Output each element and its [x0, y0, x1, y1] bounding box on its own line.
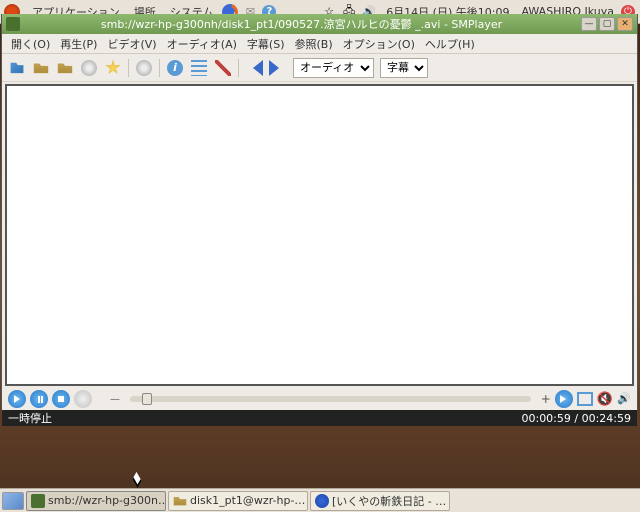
seek-plus-icon: + — [541, 392, 551, 406]
window-title: smb://wzr-hp-g300nh/disk1_pt1/090527.涼宮ハ… — [24, 16, 579, 32]
forward-button[interactable] — [555, 390, 573, 408]
seek-slider[interactable] — [130, 396, 531, 402]
prev-button[interactable] — [243, 57, 265, 79]
video-area[interactable] — [5, 84, 634, 386]
mute-button[interactable]: 🔇 — [597, 392, 613, 407]
status-bar: 一時停止 00:00:59 / 00:24:59 — [2, 410, 637, 426]
open-dvd-button[interactable] — [54, 57, 76, 79]
task-label: smb://wzr-hp-g300n… — [48, 494, 166, 507]
titlebar[interactable]: smb://wzr-hp-g300nh/disk1_pt1/090527.涼宮ハ… — [2, 14, 637, 34]
open-url-button[interactable] — [78, 57, 100, 79]
mouse-cursor — [133, 475, 143, 489]
next-button[interactable] — [267, 57, 289, 79]
volume-button[interactable]: 🔊 — [617, 392, 631, 406]
fullscreen-button[interactable] — [577, 392, 593, 406]
menu-subtitle[interactable]: 字幕(S) — [242, 34, 290, 54]
info-button[interactable]: i — [164, 57, 186, 79]
playback-controls: — + 🔇 🔊 — [2, 388, 637, 410]
task-label: disk1_pt1@wzr-hp-… — [190, 494, 305, 507]
show-desktop-button[interactable] — [2, 492, 24, 510]
favorites-button[interactable] — [102, 57, 124, 79]
menu-play[interactable]: 再生(P) — [55, 34, 102, 54]
play-button[interactable] — [8, 390, 26, 408]
open-folder-button[interactable] — [30, 57, 52, 79]
screenshot-button[interactable] — [133, 57, 155, 79]
time-duration: 00:24:59 — [582, 412, 631, 425]
menu-help[interactable]: ヘルプ(H) — [420, 34, 480, 54]
task-nautilus[interactable]: disk1_pt1@wzr-hp-… — [168, 491, 308, 511]
toolbar: i オーディオ 字幕 — [2, 54, 637, 82]
menu-options[interactable]: オプション(O) — [338, 34, 420, 54]
task-browser[interactable]: [いくやの斬鉄日記 - … — [310, 491, 450, 511]
close-button[interactable]: ✕ — [617, 17, 633, 31]
audio-track-select[interactable]: オーディオ — [293, 58, 374, 78]
preferences-button[interactable] — [212, 57, 234, 79]
menu-video[interactable]: ビデオ(V) — [102, 34, 161, 54]
menu-audio[interactable]: オーディオ(A) — [162, 34, 242, 54]
task-smplayer[interactable]: smb://wzr-hp-g300n… — [26, 491, 166, 511]
playlist-button[interactable] — [188, 57, 210, 79]
menu-browse[interactable]: 参照(B) — [290, 34, 338, 54]
stop-button[interactable] — [52, 390, 70, 408]
record-button[interactable] — [74, 390, 92, 408]
pause-button[interactable] — [30, 390, 48, 408]
seek-thumb[interactable] — [142, 393, 152, 405]
bottom-panel: smb://wzr-hp-g300n… disk1_pt1@wzr-hp-… [… — [0, 488, 640, 512]
separator — [159, 59, 160, 77]
playback-state: 一時停止 — [8, 410, 52, 426]
subtitle-track-select[interactable]: 字幕 — [380, 58, 428, 78]
separator — [238, 59, 239, 77]
maximize-button[interactable]: ▢ — [599, 17, 615, 31]
task-label: [いくやの斬鉄日記 - … — [332, 493, 446, 509]
time-position: 00:00:59 — [521, 412, 570, 425]
menubar: 開く(O) 再生(P) ビデオ(V) オーディオ(A) 字幕(S) 参照(B) … — [2, 34, 637, 54]
smplayer-icon — [31, 494, 45, 508]
time-sep: / — [571, 412, 582, 425]
browser-icon — [315, 494, 329, 508]
open-file-button[interactable] — [6, 57, 28, 79]
separator — [128, 59, 129, 77]
app-icon — [6, 17, 20, 31]
seek-minus-icon: — — [110, 394, 120, 405]
folder-icon — [173, 494, 187, 508]
menu-open[interactable]: 開く(O) — [6, 34, 55, 54]
smplayer-window: smb://wzr-hp-g300nh/disk1_pt1/090527.涼宮ハ… — [1, 14, 638, 410]
minimize-button[interactable]: — — [581, 17, 597, 31]
